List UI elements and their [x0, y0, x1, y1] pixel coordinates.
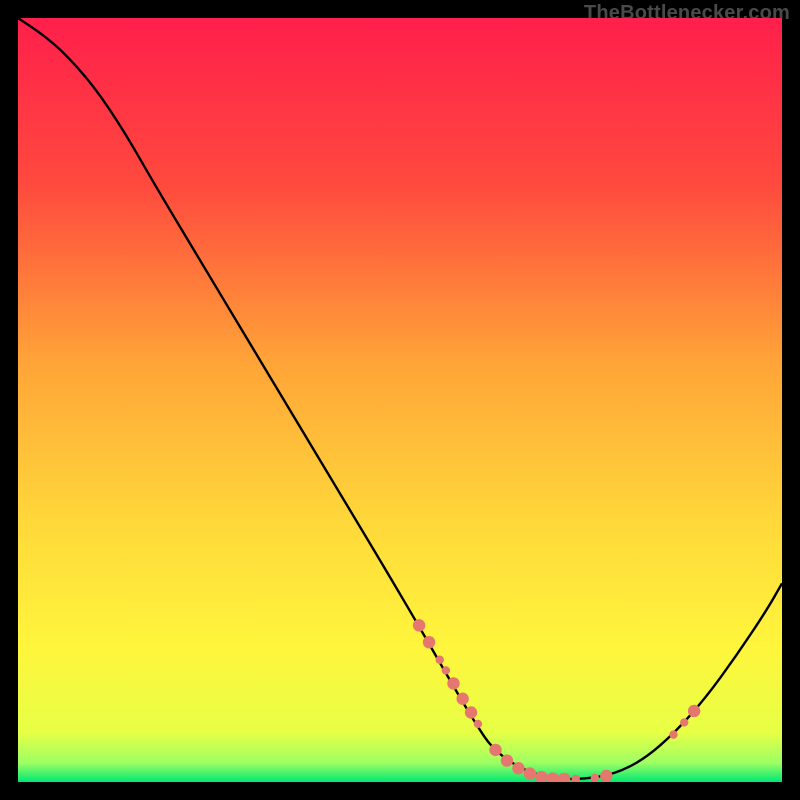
plot-area	[18, 18, 782, 782]
trend-marker	[442, 666, 450, 674]
trend-marker	[591, 774, 599, 782]
trend-marker	[501, 754, 513, 766]
chart-svg	[18, 18, 782, 782]
trend-marker	[447, 677, 459, 689]
trend-marker	[423, 636, 435, 648]
gradient-background	[18, 18, 782, 782]
trend-marker	[669, 730, 677, 738]
trend-marker	[512, 762, 524, 774]
trend-marker	[688, 705, 700, 717]
trend-marker	[413, 619, 425, 631]
trend-marker	[474, 720, 482, 728]
trend-marker	[524, 767, 536, 779]
trend-marker	[489, 744, 501, 756]
chart-stage: TheBottlenecker.com	[0, 0, 800, 800]
trend-marker	[456, 693, 468, 705]
trend-marker	[680, 718, 688, 726]
trend-marker	[436, 656, 444, 664]
trend-marker	[600, 770, 612, 782]
trend-marker	[465, 706, 477, 718]
